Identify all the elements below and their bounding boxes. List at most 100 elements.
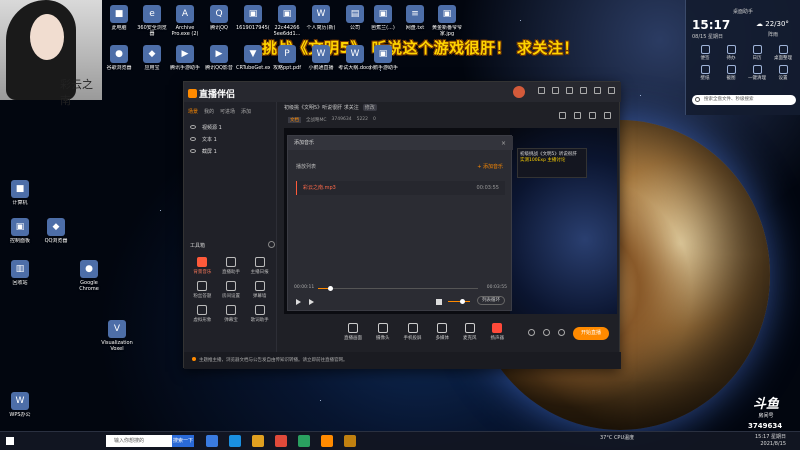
- desktop-icon[interactable]: ◆ 应用宝: [135, 45, 169, 71]
- desktop-icon[interactable]: ▣ 22c44266 5ee6dd1...: [270, 5, 304, 37]
- camera-icon[interactable]: [528, 329, 535, 336]
- close-icon[interactable]: ×: [501, 140, 506, 147]
- edit-title-button[interactable]: 修改: [362, 104, 377, 111]
- eye-icon[interactable]: [190, 149, 196, 153]
- toolbox-item[interactable]: 直播助手: [217, 257, 246, 275]
- desktop-icon[interactable]: ● 谷歌浏览器: [102, 45, 136, 71]
- bottom-toolbar-button[interactable]: 多媒体: [436, 323, 449, 341]
- go-live-button[interactable]: 开始直播: [573, 327, 609, 340]
- loop-mode-button[interactable]: 列表循环: [477, 296, 505, 305]
- desktop-icon[interactable]: W 个人简历(新): [304, 5, 338, 31]
- bottom-toolbar-button[interactable]: 手机投屏: [404, 323, 422, 341]
- task-view-icon[interactable]: [206, 435, 218, 447]
- sidebar-tab[interactable]: 添加: [241, 108, 251, 115]
- taskbar-search[interactable]: 输入你想搜的 搜索一下: [106, 435, 194, 447]
- desktop-icon[interactable]: W 小鹅通直播: [304, 45, 338, 71]
- maximize-icon[interactable]: [594, 87, 601, 94]
- live-companion-icon[interactable]: [321, 435, 333, 447]
- desktop-icon[interactable]: Q 腾讯QQ: [202, 5, 236, 31]
- volume-handle[interactable]: [460, 299, 465, 304]
- message-icon[interactable]: [538, 87, 545, 94]
- widget-shortcut[interactable]: 一键清理: [744, 65, 770, 81]
- desktop-icon[interactable]: ▣ 控制面板: [3, 218, 37, 244]
- desktop-icon[interactable]: V Visualization Voxel: [100, 320, 134, 352]
- windows-start-icon[interactable]: [6, 437, 14, 445]
- desktop-widget[interactable]: 桌面助手 15:17 08/15 星期日 ☁ 22/30° 阵雨 便签 待办 日历 桌…: [685, 0, 800, 115]
- toolbox-item[interactable]: 虚拟形象: [188, 305, 217, 323]
- desktop-icon[interactable]: W WPS办公: [3, 392, 37, 418]
- desktop-icon[interactable]: ▶ 腾讯QQ影音: [202, 45, 236, 71]
- toolbox-item[interactable]: 粉丝答题: [188, 281, 217, 299]
- toolbox-item[interactable]: 房间设置: [217, 281, 246, 299]
- desktop-icon[interactable]: e 360安全浏览器: [135, 5, 169, 37]
- desktop-icon[interactable]: ▣ 黄金新番爷爷家.jpg: [430, 5, 464, 37]
- progress-handle[interactable]: [327, 286, 333, 291]
- menu-icon[interactable]: [566, 87, 573, 94]
- eye-icon[interactable]: [543, 329, 550, 336]
- sidebar-tab[interactable]: 可进场: [220, 108, 235, 115]
- streaming-app-window[interactable]: 直播伴侣 场景 我的 可进场 添加 视频源 1 文本 1 截屏 1 工具箱 背景音乐 直播助…: [183, 81, 621, 369]
- sidebar-tab[interactable]: 我的: [204, 108, 214, 115]
- desktop-icon[interactable]: ▶ 腾讯手游助手: [168, 45, 202, 71]
- gear-icon[interactable]: [604, 112, 611, 119]
- toolbox-item[interactable]: 弹幕墙: [245, 281, 274, 299]
- play-icon[interactable]: [296, 299, 301, 305]
- taskbar-clock[interactable]: 15:17 星期日 2021/8/15: [755, 434, 786, 448]
- bottom-toolbar-button[interactable]: 直播画面: [344, 323, 362, 341]
- desktop-icon[interactable]: ◆ QQ浏览器: [39, 218, 73, 244]
- gear-icon[interactable]: [558, 329, 565, 336]
- eye-icon[interactable]: [190, 137, 196, 141]
- desktop-icon[interactable]: ≡ 网盘.txt: [398, 5, 432, 31]
- bottom-toolbar-button[interactable]: 扬声器: [491, 323, 504, 341]
- widget-shortcut[interactable]: 截图: [718, 65, 744, 81]
- playlist-item[interactable]: 彩云之南.mp3 00:03:55: [296, 181, 505, 195]
- voxel-icon[interactable]: [344, 435, 356, 447]
- toolbox-item[interactable]: 背景音乐: [188, 257, 217, 275]
- widget-shortcut[interactable]: 日历: [744, 45, 770, 61]
- folder-icon[interactable]: [252, 435, 264, 447]
- avatar[interactable]: [513, 86, 525, 98]
- scene-item[interactable]: 视频源 1: [184, 121, 276, 133]
- desktop-icon[interactable]: ■ 此电脑: [102, 5, 136, 31]
- grid-icon[interactable]: [574, 112, 581, 119]
- toolbox-item[interactable]: 歌词助手: [245, 305, 274, 323]
- desktop-icon[interactable]: ▣ 芭蕉兰(...): [366, 5, 400, 31]
- app-titlebar[interactable]: 直播伴侣: [184, 82, 621, 102]
- next-icon[interactable]: [309, 299, 314, 305]
- stream-meta-item[interactable]: 文档: [288, 117, 301, 123]
- desktop-icon[interactable]: P 攻略ppt.pdf: [270, 45, 304, 71]
- desktop-icon[interactable]: ■ 计算机: [3, 180, 37, 206]
- volume-slider[interactable]: [448, 301, 470, 302]
- toolbox-item[interactable]: 弹幕宝: [217, 305, 246, 323]
- desktop-icon[interactable]: A Archive Pro.exe (2): [168, 5, 202, 37]
- home-icon[interactable]: [559, 112, 566, 119]
- more-icon[interactable]: [268, 241, 275, 248]
- widget-search[interactable]: 搜索全盘文件、秒级搜索: [692, 95, 796, 105]
- desktop-icon[interactable]: ▥ 回收站: [3, 260, 37, 286]
- minimize-icon[interactable]: [580, 87, 587, 94]
- widget-shortcut[interactable]: 设置: [770, 65, 796, 81]
- bottom-toolbar-button[interactable]: 摄像头: [376, 323, 390, 341]
- taskbar-search-button[interactable]: 搜索一下: [172, 435, 194, 447]
- widget-shortcut[interactable]: 待办: [718, 45, 744, 61]
- volume-icon[interactable]: [436, 299, 442, 305]
- widget-shortcut[interactable]: 桌面整理: [770, 45, 796, 61]
- eye-icon[interactable]: [190, 125, 196, 129]
- scene-item[interactable]: 文本 1: [184, 133, 276, 145]
- desktop-icon[interactable]: ▼ CRTubeGet.exe: [236, 45, 270, 71]
- toolbox-item[interactable]: 主播日报: [245, 257, 274, 275]
- widget-shortcut[interactable]: 壁纸: [692, 65, 718, 81]
- progress-bar[interactable]: [318, 286, 478, 291]
- music-dialog[interactable]: 添加音乐 × 播放列表 + 添加音乐 彩云之南.mp3 00:03:55 00:…: [287, 135, 513, 311]
- close-icon[interactable]: [608, 87, 615, 94]
- bottom-toolbar-button[interactable]: 麦克风: [463, 323, 477, 341]
- chat-icon[interactable]: [589, 112, 596, 119]
- scene-item[interactable]: 截屏 1: [184, 145, 276, 157]
- store-icon[interactable]: [298, 435, 310, 447]
- edge-icon[interactable]: [229, 435, 241, 447]
- desktop-icon[interactable]: ● Google Chrome: [72, 260, 106, 292]
- widget-shortcut[interactable]: 便签: [692, 45, 718, 61]
- desktop-icon[interactable]: ▣ 1619017945(1).jpg: [236, 5, 270, 31]
- sidebar-tab[interactable]: 场景: [188, 108, 198, 115]
- desktop-icon[interactable]: ▣ 小鹅手游助手: [366, 45, 400, 71]
